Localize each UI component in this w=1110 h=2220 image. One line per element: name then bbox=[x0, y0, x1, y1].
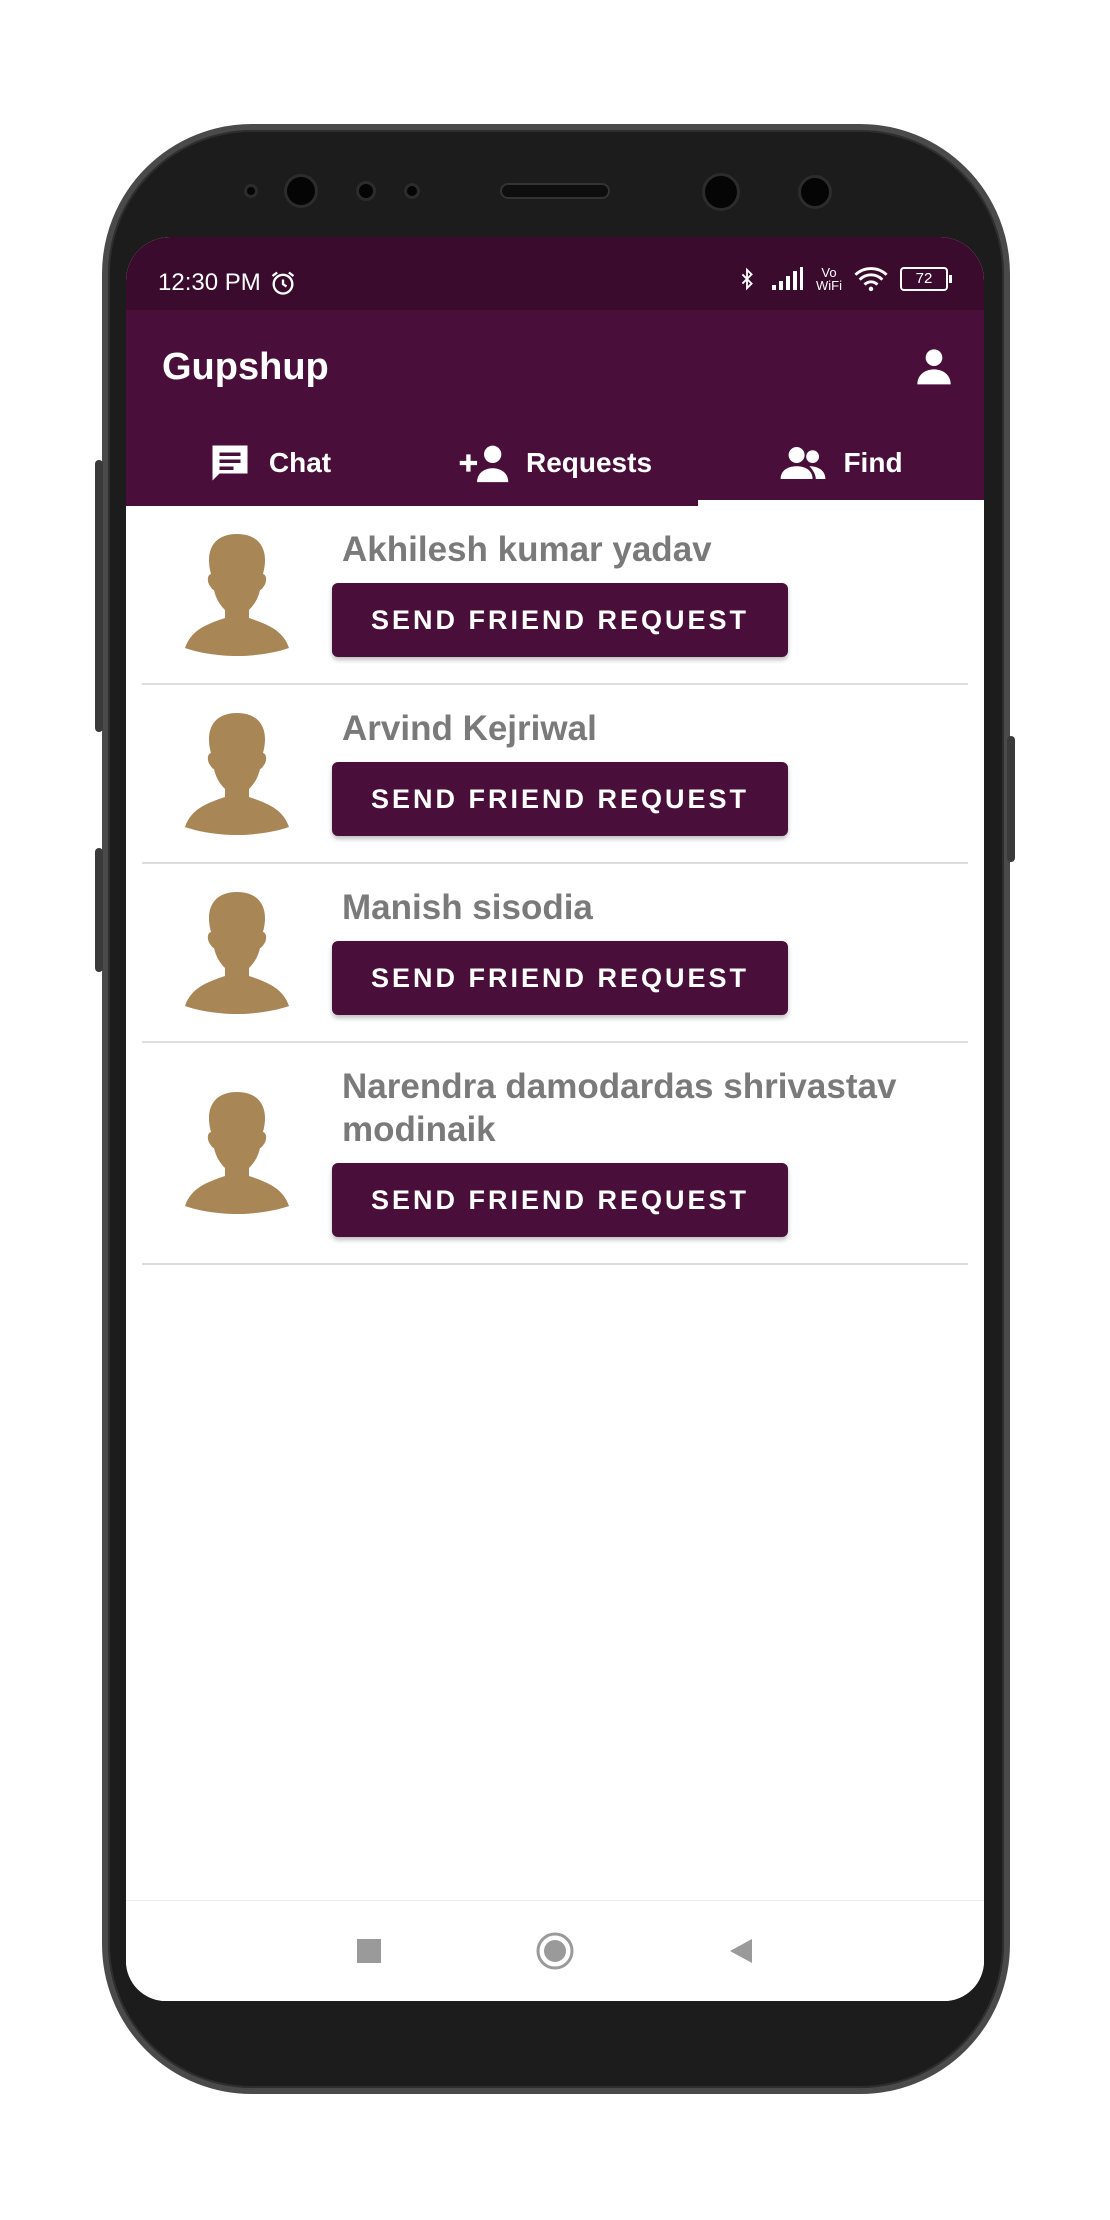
avatar bbox=[142, 707, 332, 836]
sensor-dot bbox=[404, 183, 420, 199]
avatar bbox=[142, 886, 332, 1015]
front-camera bbox=[284, 174, 318, 208]
avatar bbox=[142, 1065, 332, 1237]
user-name: Narendra damodardas shrivastav modinaik bbox=[342, 1067, 897, 1149]
tab-find[interactable]: Find bbox=[698, 420, 984, 506]
user-name: Manish sisodia bbox=[342, 888, 593, 927]
status-icons: Vo WiFi 72 bbox=[736, 265, 952, 293]
send-friend-request-button[interactable]: SEND FRIEND REQUEST bbox=[332, 941, 788, 1015]
chat-icon bbox=[212, 445, 248, 481]
phone-screen: 12:30 PM Vo WiFi 72 Gupshup Chat Request… bbox=[126, 237, 984, 2001]
phone-volume-button bbox=[95, 460, 103, 732]
tab-requests-label: Requests bbox=[525, 447, 653, 478]
list-item-body: Narendra damodardas shrivastav modinaik … bbox=[332, 1065, 968, 1237]
wifi-icon bbox=[854, 267, 888, 292]
tab-chat-label: Chat bbox=[268, 447, 332, 478]
list-item: Manish sisodia SEND FRIEND REQUEST bbox=[142, 864, 968, 1043]
send-friend-request-button[interactable]: SEND FRIEND REQUEST bbox=[332, 762, 788, 836]
vowifi-indicator: Vo WiFi bbox=[816, 266, 842, 292]
bluetooth-icon bbox=[741, 267, 753, 291]
status-time-group: 12:30 PM bbox=[158, 269, 297, 297]
status-time: 12:30 PM bbox=[158, 269, 261, 296]
recent-apps-button[interactable] bbox=[354, 1936, 384, 1966]
tab-bar: Chat Requests Find bbox=[126, 420, 984, 506]
phone-side-button bbox=[95, 848, 103, 972]
home-button[interactable] bbox=[534, 1930, 576, 1972]
tab-requests[interactable]: Requests bbox=[412, 420, 698, 506]
tab-find-label: Find bbox=[843, 447, 903, 478]
sensor-dot bbox=[244, 184, 258, 198]
user-name: Akhilesh kumar yadav bbox=[342, 530, 712, 569]
app-bar: Gupshup bbox=[126, 310, 984, 420]
alarm-icon bbox=[271, 271, 294, 295]
list-item: Arvind Kejriwal SEND FRIEND REQUEST bbox=[142, 685, 968, 864]
back-button[interactable] bbox=[726, 1936, 756, 1966]
tab-chat[interactable]: Chat bbox=[126, 420, 412, 506]
sensor-dot bbox=[798, 175, 832, 209]
list-item-body: Manish sisodia SEND FRIEND REQUEST bbox=[332, 886, 968, 1015]
phone-power-button bbox=[1007, 736, 1015, 862]
earpiece-speaker bbox=[500, 183, 610, 199]
people-icon bbox=[781, 447, 826, 479]
add-person-icon bbox=[459, 445, 509, 483]
avatar bbox=[142, 528, 332, 657]
user-list: Akhilesh kumar yadav SEND FRIEND REQUEST… bbox=[126, 506, 984, 1265]
list-item: Narendra damodardas shrivastav modinaik … bbox=[142, 1043, 968, 1265]
status-bar: 12:30 PM Vo WiFi 72 bbox=[126, 237, 984, 310]
sensor-dot bbox=[356, 181, 376, 201]
vowifi-bottom: WiFi bbox=[816, 278, 842, 293]
person-silhouette-icon bbox=[185, 712, 289, 835]
app-title: Gupshup bbox=[162, 346, 329, 388]
system-nav-bar bbox=[126, 1900, 984, 2001]
send-friend-request-button[interactable]: SEND FRIEND REQUEST bbox=[332, 1163, 788, 1237]
profile-icon[interactable] bbox=[914, 346, 954, 386]
user-name: Arvind Kejriwal bbox=[342, 709, 597, 748]
signal-icon bbox=[772, 267, 803, 290]
battery-indicator: 72 bbox=[900, 267, 952, 291]
list-item-body: Akhilesh kumar yadav SEND FRIEND REQUEST bbox=[332, 528, 968, 657]
person-silhouette-icon bbox=[185, 533, 289, 656]
person-silhouette-icon bbox=[185, 1092, 289, 1214]
person-silhouette-icon bbox=[185, 891, 289, 1014]
front-camera bbox=[702, 173, 740, 211]
list-item-body: Arvind Kejriwal SEND FRIEND REQUEST bbox=[332, 707, 968, 836]
send-friend-request-button[interactable]: SEND FRIEND REQUEST bbox=[332, 583, 788, 657]
list-item: Akhilesh kumar yadav SEND FRIEND REQUEST bbox=[142, 506, 968, 685]
